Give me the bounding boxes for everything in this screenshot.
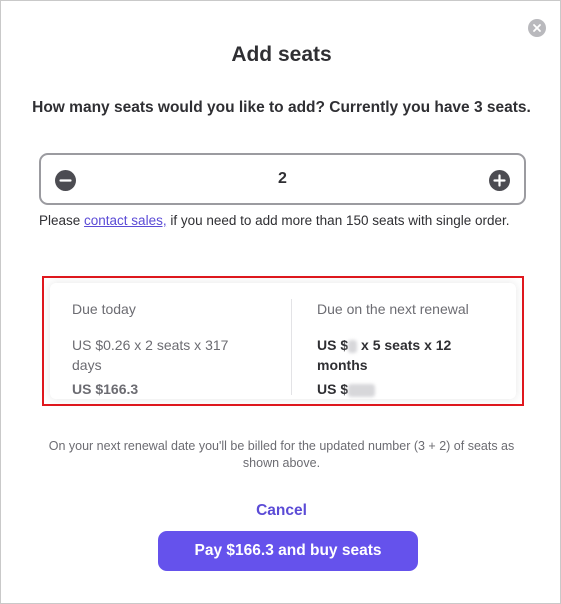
summary-divider [291, 299, 292, 395]
dialog-title: Add seats [231, 43, 332, 66]
next-renewal-heading: Due on the next renewal [317, 301, 469, 317]
next-renewal-total: US $ [317, 381, 376, 397]
next-renewal-calculation: US $ x 5 seats x 12 months [317, 335, 467, 375]
close-button[interactable] [528, 19, 546, 37]
due-today-calculation: US $0.26 x 2 seats x 317 days [72, 337, 229, 373]
plus-icon [493, 174, 506, 187]
redacted-total [348, 383, 376, 397]
due-today-heading: Due today [72, 301, 136, 317]
due-today-total: US $166.3 [72, 381, 139, 397]
renewal-total-prefix: US $ [317, 381, 349, 397]
increase-seats-button[interactable] [489, 170, 510, 191]
decrease-seats-button[interactable] [55, 170, 76, 191]
seat-quantity-stepper: 2 [39, 153, 526, 205]
pay-and-buy-seats-button[interactable]: Pay $166.3 and buy seats [158, 531, 418, 571]
seat-quantity-value[interactable]: 2 [101, 170, 464, 188]
cost-summary-box: Due today US $0.26 x 2 seats x 317 days … [42, 276, 524, 406]
renewal-billing-note: On your next renewal date you'll be bill… [48, 439, 515, 470]
contact-sales-link[interactable]: contact sales, [84, 213, 167, 228]
close-icon [533, 24, 541, 32]
cancel-button[interactable]: Cancel [1, 502, 561, 520]
renewal-calc-prefix: US $ [317, 337, 349, 353]
note-suffix: if you need to add more than 150 seats w… [166, 213, 510, 228]
seat-question: How many seats would you like to add? Cu… [32, 99, 531, 116]
minus-icon [59, 179, 72, 182]
add-seats-dialog: Add seats How many seats would you like … [0, 0, 561, 604]
cost-summary-card: Due today US $0.26 x 2 seats x 317 days … [50, 283, 516, 399]
note-prefix: Please [39, 213, 85, 228]
redacted-price [348, 339, 358, 353]
seat-limit-note: Please contact sales, if you need to add… [39, 210, 529, 231]
